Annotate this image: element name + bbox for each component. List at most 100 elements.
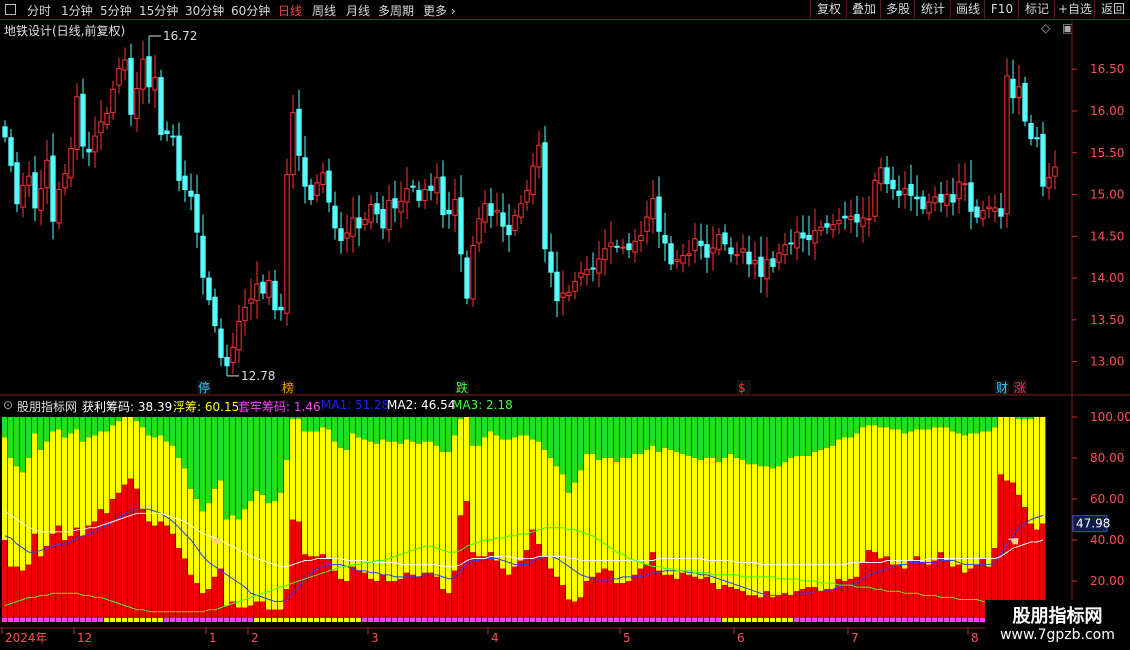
bar-green-105: [632, 417, 638, 454]
bar-green-159: [956, 417, 962, 434]
bar-float-37: [224, 519, 230, 606]
strip-cell-154: [926, 618, 931, 622]
toolbar-button-5[interactable]: F10: [984, 0, 1019, 19]
candle-body-73: [440, 176, 446, 216]
strip-cell-136: [818, 618, 823, 622]
period-tab-6[interactable]: 日线: [278, 2, 302, 19]
candle-body-156: [938, 194, 944, 203]
candle-body-152: [914, 196, 920, 200]
bar-green-58: [350, 417, 356, 434]
bar-green-125: [752, 417, 758, 465]
bar-green-148: [890, 417, 896, 430]
layout-icon[interactable]: [5, 4, 16, 15]
candle-body-99: [596, 258, 602, 274]
bar-green-124: [746, 417, 752, 465]
price-tick-label-1: 16.00: [1090, 104, 1124, 118]
period-tab-4[interactable]: 30分钟: [185, 2, 224, 19]
bar-float-98: [590, 453, 596, 577]
candle-body-150: [902, 188, 908, 196]
bar-green-10: [62, 417, 68, 438]
bar-float-12: [74, 429, 80, 528]
bar-green-157: [944, 417, 950, 428]
bar-float-101: [608, 458, 614, 571]
candle-body-24: [146, 56, 152, 88]
bar-green-131: [788, 417, 794, 458]
bar-float-72: [434, 445, 440, 577]
bar-green-98: [590, 417, 596, 454]
toolbar-button-7[interactable]: +自选: [1054, 0, 1095, 19]
bar-green-149: [896, 417, 902, 430]
bar-float-88: [530, 439, 536, 530]
strip-cell-123: [740, 618, 745, 622]
bar-profit-162: [974, 564, 980, 622]
bar-green-162: [974, 417, 980, 434]
strip-cell-95: [572, 618, 577, 622]
bar-green-119: [716, 417, 722, 463]
strip-cell-155: [932, 618, 937, 622]
toolbar-button-6[interactable]: 标记: [1018, 0, 1055, 19]
toolbar-button-1[interactable]: 叠加: [846, 0, 881, 19]
bar-profit-0: [2, 540, 8, 622]
strip-cell-121: [728, 618, 733, 622]
bar-profit-62: [374, 581, 380, 622]
strip-cell-55: [332, 618, 337, 622]
bar-profit-87: [524, 550, 530, 622]
bar-green-53: [320, 417, 326, 428]
candle-body-164: [986, 206, 992, 210]
strip-cell-118: [710, 618, 715, 622]
strip-cell-53: [320, 618, 325, 622]
bar-green-36: [218, 417, 224, 481]
bar-green-113: [680, 417, 686, 454]
strip-cell-62: [374, 618, 379, 622]
bar-green-132: [794, 417, 800, 456]
bar-float-164: [986, 431, 992, 567]
strip-cell-21: [128, 618, 133, 622]
strip-cell-120: [722, 618, 727, 622]
toolbar-button-2[interactable]: 多股: [880, 0, 915, 19]
strip-cell-71: [428, 618, 433, 622]
bar-green-85: [512, 417, 518, 438]
period-tab-9[interactable]: 多周期: [378, 2, 414, 19]
strip-cell-112: [674, 618, 679, 622]
toolbar-button-3[interactable]: 统计: [914, 0, 951, 19]
bar-float-119: [716, 462, 722, 590]
bar-float-76: [458, 419, 464, 516]
strip-cell-156: [938, 618, 943, 622]
period-tab-7[interactable]: 周线: [312, 2, 336, 19]
bar-float-35: [212, 488, 218, 577]
toolbar-button-4[interactable]: 画线: [950, 0, 985, 19]
period-tab-8[interactable]: 月线: [346, 2, 370, 19]
bar-profit-55: [332, 570, 338, 622]
ind-tick-label-1: 80.00: [1090, 451, 1124, 465]
bar-green-156: [938, 417, 944, 428]
candle-body-33: [200, 235, 206, 278]
bar-float-106: [638, 453, 644, 569]
toolbar-button-8[interactable]: 返回: [1094, 0, 1130, 19]
period-tab-1[interactable]: 1分钟: [61, 2, 93, 19]
strip-cell-134: [806, 618, 811, 622]
strip-cell-132: [794, 618, 799, 622]
candle-body-53: [320, 172, 326, 186]
bar-profit-69: [416, 576, 422, 622]
bar-float-14: [86, 437, 92, 526]
period-tab-2[interactable]: 5分钟: [100, 2, 132, 19]
candle-body-10: [62, 173, 68, 189]
bar-profit-72: [434, 576, 440, 622]
period-tab-3[interactable]: 15分钟: [139, 2, 178, 19]
bar-float-104: [626, 458, 632, 581]
period-tab-10[interactable]: 更多 ›: [423, 2, 456, 19]
bar-green-145: [872, 417, 878, 426]
bar-profit-14: [86, 525, 92, 622]
watermark-url: www.7gpzb.com: [1000, 627, 1115, 643]
period-tab-0[interactable]: 分时: [27, 2, 51, 19]
bar-profit-84: [506, 574, 512, 622]
bar-profit-110: [662, 574, 668, 622]
bar-float-113: [680, 453, 686, 573]
bar-green-0: [2, 417, 8, 438]
toolbar-button-0[interactable]: 复权: [810, 0, 847, 19]
bar-profit-86: [518, 560, 524, 622]
bar-float-166: [998, 417, 1004, 475]
bar-green-12: [74, 417, 80, 430]
period-tab-5[interactable]: 60分钟: [231, 2, 270, 19]
strip-cell-122: [734, 618, 739, 622]
